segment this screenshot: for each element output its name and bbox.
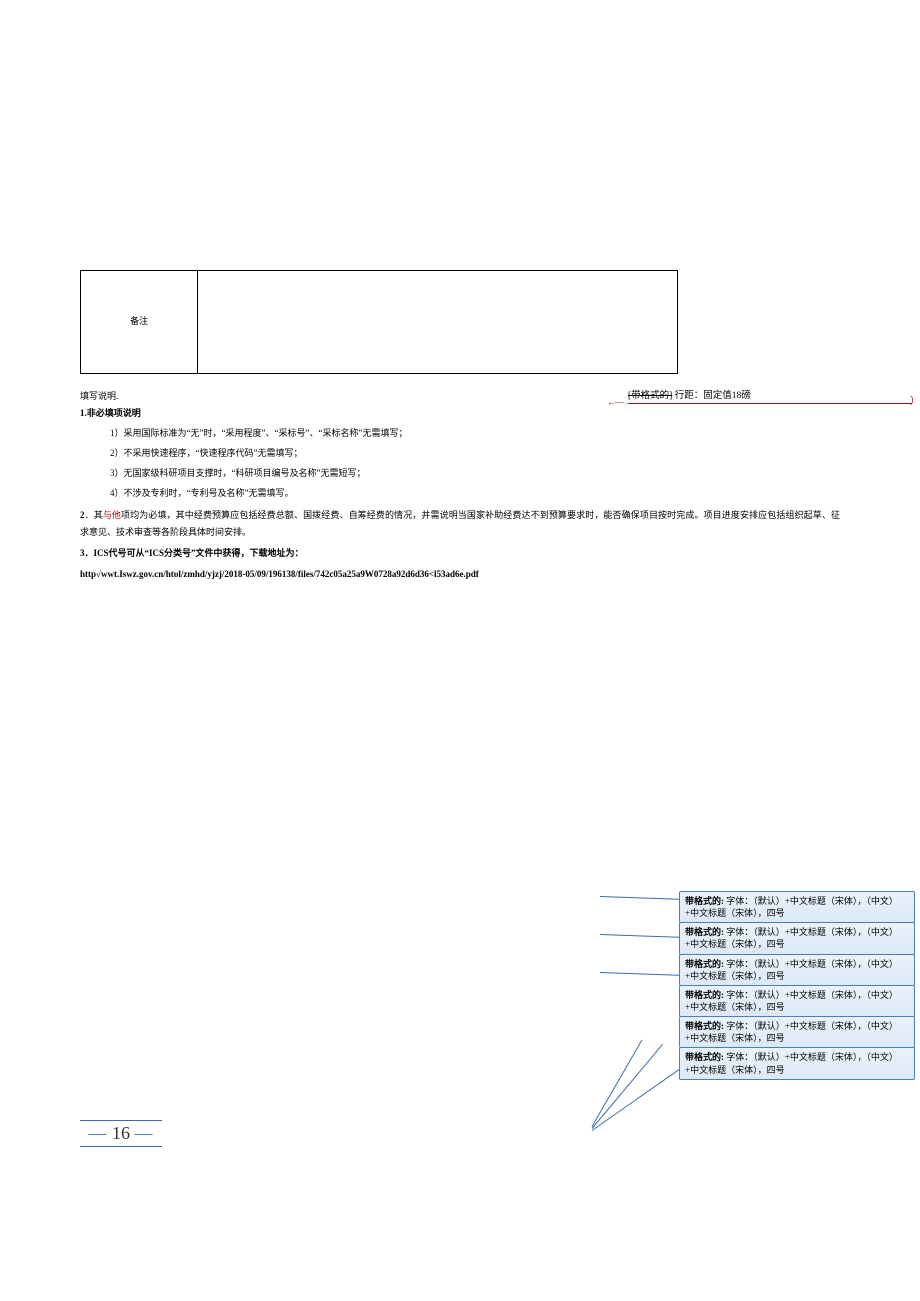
- format-balloon: 带格式的: 字体：（默认）+中文标题（宋体），（中文）+中文标题（宋体），四号: [679, 891, 915, 923]
- connector-line: [600, 972, 690, 976]
- connector-line: [592, 1040, 643, 1127]
- balloon-label: 带格式的:: [685, 1021, 724, 1031]
- remarks-label-cell: 备注: [81, 271, 198, 374]
- connector-line: [592, 1064, 687, 1131]
- revision-text: 行距：固定值18磅: [672, 391, 750, 401]
- download-url: http√wwt.Iswz.gov.cn/htυl/zmhd/yjzj/2018…: [80, 566, 840, 583]
- section-2-paragraph: 2．其与他项均为必填，其中经费预算应包括经费总额、国拨经费、自筹经费的情况，并需…: [80, 507, 840, 541]
- s2-rest: 项均为必填，其中经费预算应包括经费总额、国拨经费、自筹经费的情况，并需说明当国家…: [80, 510, 840, 537]
- balloon-label: 带格式的:: [685, 927, 724, 937]
- revision-arrow-icon: ←—: [607, 397, 623, 407]
- revision-strike-label: [带格式的]: [628, 391, 672, 401]
- content-area: 备注 填写说明. 1.非必填项说明 1）采用国际标准为“无”时，“采用程度”、“…: [80, 270, 840, 583]
- table-row: 备注: [81, 271, 678, 374]
- remarks-table: 备注: [80, 270, 678, 374]
- s1-item-3: 3）无国家级科研项目支撑时，“科研项目编号及名称”无需短写；: [80, 465, 840, 482]
- format-balloon: 带格式的: 字体：（默认）+中文标题（宋体），（中文）+中文标题（宋体），四号: [679, 1047, 915, 1079]
- connector-line: [600, 896, 690, 900]
- format-balloon: 带格式的: 字体：（默认）+中文标题（宋体），（中文）+中文标题（宋体），四号: [679, 985, 915, 1017]
- format-balloons: 带格式的: 字体：（默认）+中文标题（宋体），（中文）+中文标题（宋体），四号 …: [679, 891, 915, 1079]
- page-dash-left: —: [89, 1123, 108, 1143]
- s1-item-2: 2）不采用快速程序，“快速程序代码”无需填写；: [80, 445, 840, 462]
- balloon-label: 带格式的:: [685, 896, 724, 906]
- revision-balloon-inline: [带格式的] 行距：固定值18磅: [628, 392, 751, 402]
- connector-line: [600, 934, 690, 938]
- format-balloon: 带格式的: 字体：（默认）+中文标题（宋体），（中文）+中文标题（宋体），四号: [679, 1016, 915, 1048]
- s2-prefix: ．其: [85, 510, 103, 520]
- revision-close-paren: ）: [910, 392, 920, 407]
- section-1-heading: 1.非必填项说明: [80, 405, 840, 422]
- balloon-label: 带格式的:: [685, 959, 724, 969]
- section-3-paragraph: 3．ICS代号可从“ICS分类号”文件中获得，下载地址为：: [80, 545, 840, 562]
- balloon-connectors: [600, 896, 680, 1136]
- s3-text: ．ICS代号可从“ICS分类号”文件中获得，下载地址为：: [85, 548, 304, 558]
- revision-underline: [628, 403, 912, 404]
- s2-red-text: 与他: [103, 510, 121, 520]
- page-number: 16: [112, 1123, 130, 1143]
- page-root: 备注 填写说明. 1.非必填项说明 1）采用国际标准为“无”时，“采用程度”、“…: [0, 0, 920, 1301]
- format-balloon: 带格式的: 字体：（默认）+中文标题（宋体），（中文）+中文标题（宋体），四号: [679, 922, 915, 954]
- page-dash-right: —: [135, 1123, 154, 1143]
- s1-item-1: 1）采用国际标准为“无”时，“采用程度”、“采标号”、“采标名称”无需填写；: [80, 425, 840, 442]
- page-number-box: — 16 —: [80, 1120, 162, 1147]
- remarks-value-cell: [198, 271, 678, 374]
- balloon-label: 带格式的:: [685, 1052, 724, 1062]
- format-balloon: 带格式的: 字体：（默认）+中文标题（宋体），（中文）+中文标题（宋体），四号: [679, 954, 915, 986]
- balloon-label: 带格式的:: [685, 990, 724, 1000]
- s1-item-4: 4）不涉及专利时，“专利号及名称”无需填写。: [80, 485, 840, 502]
